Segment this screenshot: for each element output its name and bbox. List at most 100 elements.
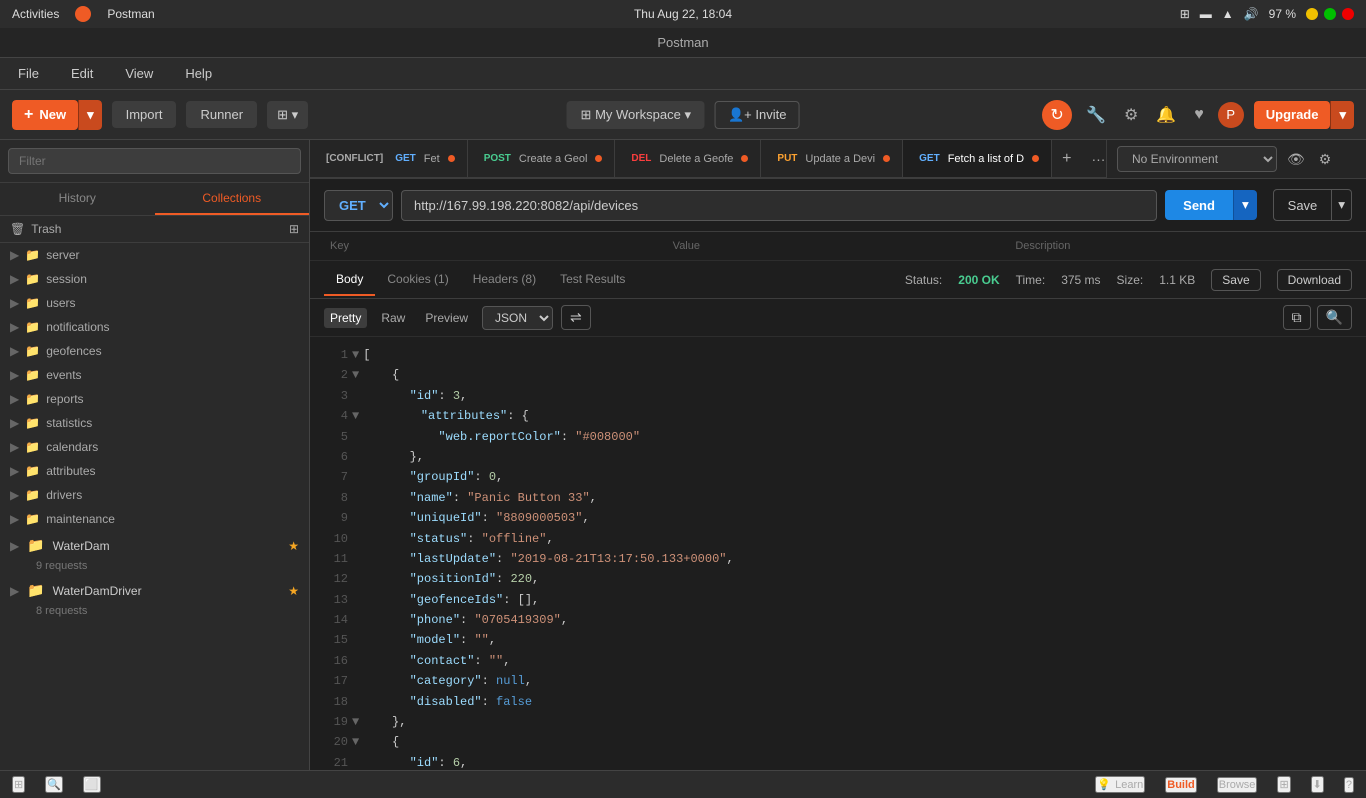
save-button-group[interactable]: Save ▾ [1265,189,1352,221]
star-icon-waterdam[interactable]: ★ [288,539,299,553]
sidebar-item-users[interactable]: ▶ 📁 users [0,291,309,315]
sidebar-item-drivers[interactable]: ▶ 📁 drivers [0,483,309,507]
terminal-status-button[interactable]: ⬜ [83,776,101,793]
wrench-icon[interactable]: 🔧 [1082,101,1110,129]
sync-button[interactable]: ↻ [1042,100,1072,130]
new-button[interactable]: + New [12,100,78,130]
help-button[interactable]: ? [1344,777,1354,793]
response-tab-body[interactable]: Body [324,264,375,296]
filter-format-icon[interactable]: ⇌ [561,305,591,330]
minimize-button[interactable] [1306,8,1318,20]
layout-status-button[interactable]: ⊞ [12,776,25,793]
learn-button[interactable]: 💡 Learn [1095,776,1145,793]
url-input[interactable] [401,190,1157,221]
user-avatar[interactable]: P [1218,102,1244,128]
maximize-button[interactable] [1324,8,1336,20]
json-line-5: 5 "web.reportColor": "#008000" [324,427,1352,447]
sidebar-item-calendars[interactable]: ▶ 📁 calendars [0,435,309,459]
layout-button[interactable]: ⊞ ▾ [267,101,308,129]
sidebar-item-session[interactable]: ▶ 📁 session [0,267,309,291]
sidebar-item-maintenance[interactable]: ▶ 📁 maintenance [0,507,309,531]
copy-icon[interactable]: ⧉ [1283,305,1311,330]
browse-button[interactable]: Browse [1217,777,1258,793]
add-tab-button[interactable]: + [1052,144,1081,174]
request-tab-post[interactable]: POST Create a Geol [468,140,616,178]
folder-name-notifications: notifications [46,320,299,334]
build-button[interactable]: Build [1165,777,1197,793]
menu-edit[interactable]: Edit [65,62,99,85]
response-tab-test-results[interactable]: Test Results [548,264,637,296]
search-status-button[interactable]: 🔍 [45,776,63,793]
grid-icon: ⊞ [1180,7,1190,21]
sidebar-tabs: History Collections [0,183,309,216]
response-save-button[interactable]: Save [1211,269,1260,291]
filter-input[interactable] [8,148,301,174]
new-button-group[interactable]: + New ▾ [12,100,102,130]
collection-waterdam[interactable]: ▶ 📁 WaterDam ★ [0,531,309,560]
preview-button[interactable]: Preview [419,308,474,328]
collection-waterdam-driver[interactable]: ▶ 📁 WaterDamDriver ★ [0,576,309,605]
request-tab-get-active[interactable]: GET Fetch a list of D [903,140,1052,178]
star-icon-waterdam-driver[interactable]: ★ [288,584,299,598]
tab-label-del: Delete a Geofe [659,153,733,165]
save-button[interactable]: Save [1273,189,1333,221]
save-dropdown-button[interactable]: ▾ [1332,189,1352,221]
trash-section[interactable]: 🗑 Trash ⊞ [0,216,309,243]
request-tab-del[interactable]: DEL Delete a Geofe [615,140,761,178]
menu-view[interactable]: View [119,62,159,85]
request-tab-put[interactable]: PUT Update a Devi [761,140,903,178]
upgrade-dropdown-button[interactable]: ▾ [1330,101,1354,129]
layout-toggle-button[interactable]: ⊞ [1277,776,1290,793]
json-content: "status": "offline", [352,529,1352,549]
sidebar-item-statistics[interactable]: ▶ 📁 statistics [0,411,309,435]
trash-add-icon[interactable]: ⊞ [289,222,299,236]
collapse-arrow[interactable]: ▼ [352,732,359,752]
upgrade-button[interactable]: Upgrade [1254,101,1331,129]
method-select[interactable]: GET [324,190,393,221]
raw-button[interactable]: Raw [375,308,411,328]
sidebar-item-events[interactable]: ▶ 📁 events [0,363,309,387]
request-tab-conflict[interactable]: [CONFLICT] GET Fet [310,140,468,178]
pretty-button[interactable]: Pretty [324,308,367,328]
import-button[interactable]: Import [112,101,177,128]
menu-help[interactable]: Help [179,62,218,85]
heart-icon[interactable]: ♥ [1190,102,1208,128]
send-button-group[interactable]: Send ▾ [1165,190,1257,220]
collapse-arrow[interactable]: ▼ [352,406,359,426]
window-controls[interactable] [1306,8,1354,20]
sidebar-item-geofences[interactable]: ▶ 📁 geofences [0,339,309,363]
tab-collections[interactable]: Collections [155,183,310,215]
close-button[interactable] [1342,8,1354,20]
settings-icon[interactable]: ⚙ [1120,101,1142,129]
format-right: ⧉ 🔍 [1283,305,1352,330]
download-status-button[interactable]: ⬇ [1311,776,1324,793]
response-download-button[interactable]: Download [1277,269,1352,291]
search-json-icon[interactable]: 🔍 [1317,305,1352,330]
menu-file[interactable]: File [12,62,45,85]
activities-label[interactable]: Activities [12,7,59,21]
collapse-arrow[interactable]: ▼ [352,345,359,365]
bell-icon[interactable]: 🔔 [1152,101,1180,129]
format-select[interactable]: JSON [482,306,553,330]
send-dropdown-button[interactable]: ▾ [1233,190,1257,220]
collapse-arrow[interactable]: ▼ [352,365,359,385]
upgrade-button-group[interactable]: Upgrade ▾ [1254,101,1354,129]
invite-button[interactable]: 👤+ Invite [715,101,799,129]
send-button[interactable]: Send [1165,190,1233,220]
sidebar-item-server[interactable]: ▶ 📁 server [0,243,309,267]
sidebar-item-attributes[interactable]: ▶ 📁 attributes [0,459,309,483]
sidebar-item-reports[interactable]: ▶ 📁 reports [0,387,309,411]
env-eye-icon[interactable]: 👁 [1283,147,1309,172]
folder-icon: 📁 [25,464,40,478]
runner-button[interactable]: Runner [186,101,257,128]
env-settings-icon[interactable]: ⚙ [1315,147,1336,172]
new-dropdown-button[interactable]: ▾ [78,100,102,130]
workspace-button[interactable]: ⊞ My Workspace ▾ [567,101,705,129]
tab-history[interactable]: History [0,183,155,215]
response-tab-headers[interactable]: Headers (8) [461,264,548,296]
more-tabs-button[interactable]: ··· [1081,145,1106,173]
sidebar-item-notifications[interactable]: ▶ 📁 notifications [0,315,309,339]
response-tab-cookies[interactable]: Cookies (1) [375,264,460,296]
environment-select[interactable]: No Environment [1117,146,1277,172]
collapse-arrow[interactable]: ▼ [352,712,359,732]
